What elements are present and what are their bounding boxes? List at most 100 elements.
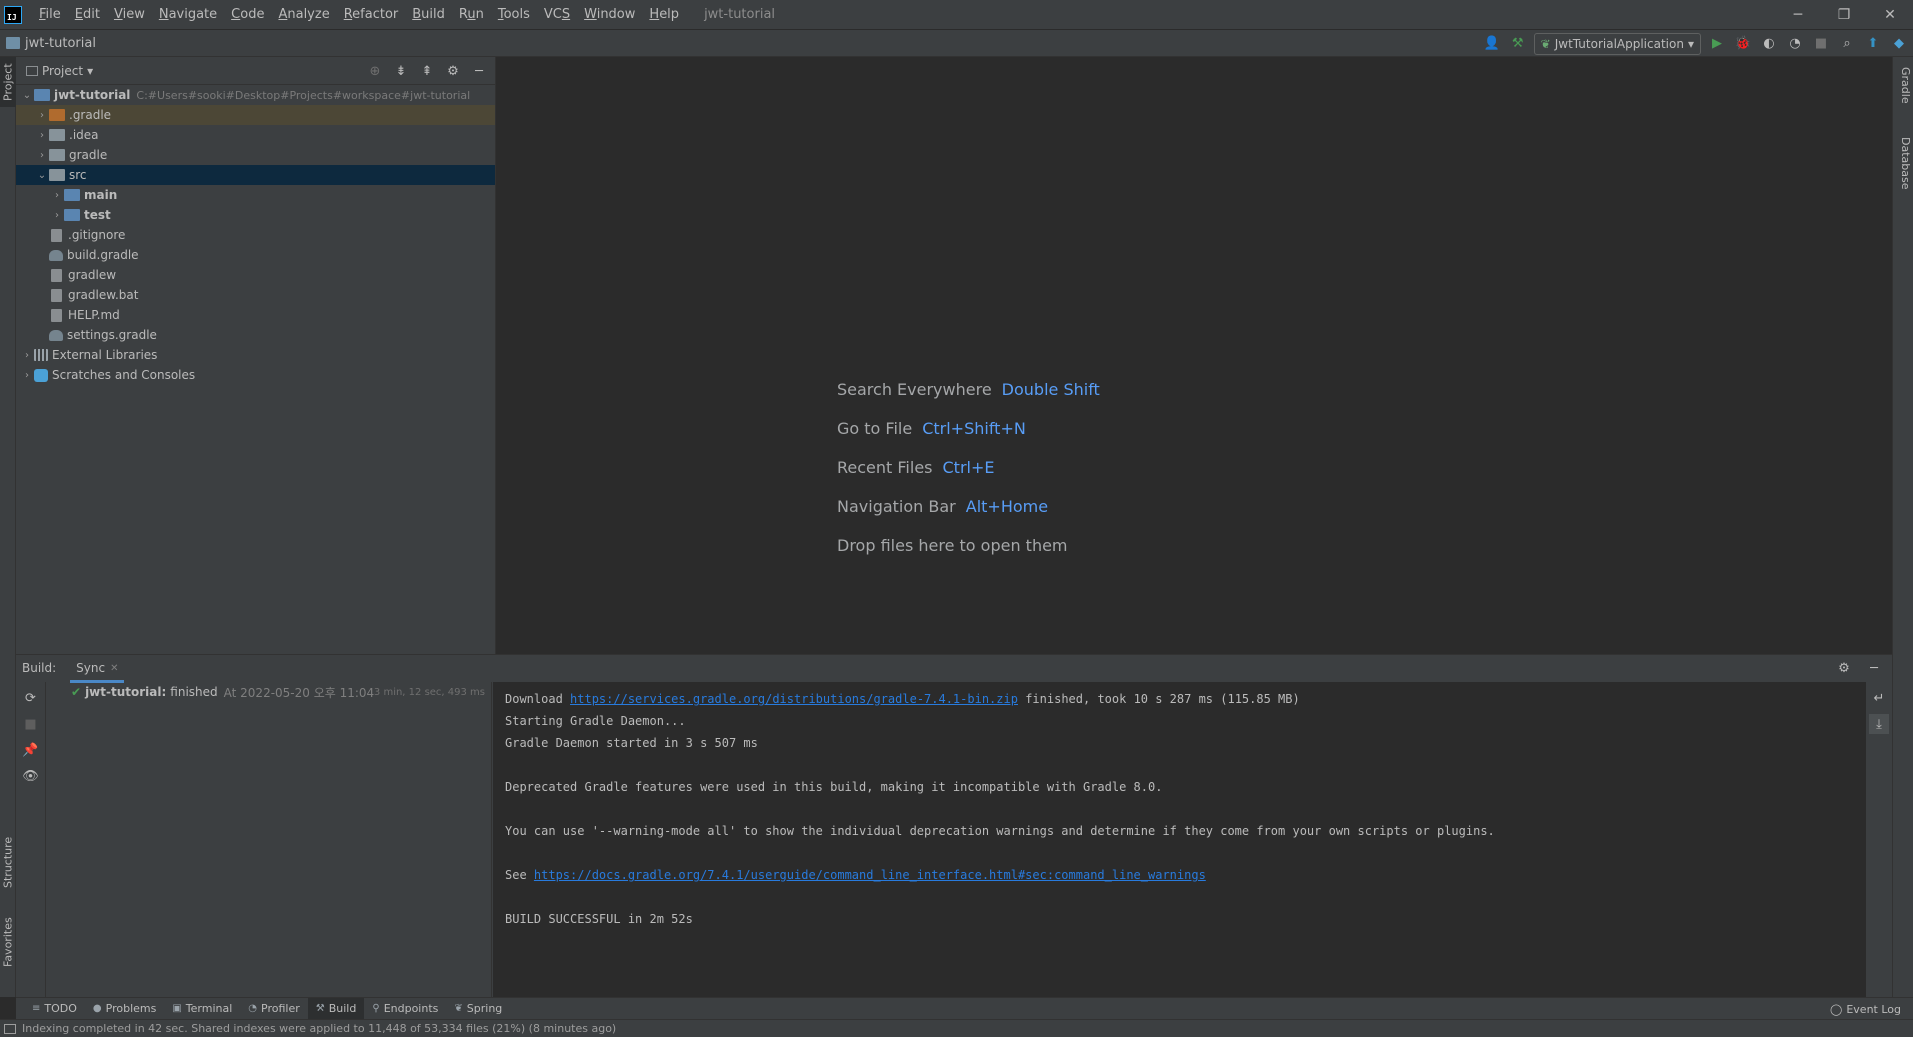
chevron-right-icon[interactable]: › — [20, 350, 34, 361]
tool-tab-spring[interactable]: ❦ Spring — [446, 998, 510, 1020]
user-icon[interactable]: 👤 — [1482, 34, 1502, 54]
menu-edit[interactable]: Edit — [68, 0, 107, 29]
breadcrumb[interactable]: jwt-tutorial — [6, 36, 96, 51]
tree-item-gradle[interactable]: › .gradle — [16, 105, 495, 125]
minimize-button[interactable]: ─ — [1775, 0, 1821, 29]
tree-item-src[interactable]: ⌄ src — [16, 165, 495, 185]
menu-mnemonic: N — [158, 7, 169, 22]
structure-tool-tab[interactable]: Structure — [0, 827, 16, 897]
chevron-right-icon[interactable]: › — [50, 190, 64, 201]
search-icon[interactable]: ⌕ — [1837, 34, 1857, 54]
close-button[interactable]: ✕ — [1867, 0, 1913, 29]
tree-item-main[interactable]: › main — [16, 185, 495, 205]
chevron-down-icon[interactable]: ⌄ — [35, 170, 49, 181]
hide-icon[interactable]: ─ — [469, 61, 489, 81]
intellij-logo-icon[interactable]: IJ — [4, 5, 22, 24]
menu-mnemonic: H — [649, 7, 660, 22]
tree-item-scratches-and-consoles[interactable]: › Scratches and Consoles — [16, 365, 495, 385]
build-project: jwt-tutorial: — [85, 685, 167, 699]
run-configuration-select[interactable]: ❦ JwtTutorialApplication ▾ — [1533, 32, 1701, 55]
breadcrumb-project[interactable]: jwt-tutorial — [25, 36, 96, 51]
tree-item-gradlew-bat[interactable]: gradlew.bat — [16, 285, 495, 305]
tool-tab-label: Endpoints — [383, 1002, 439, 1015]
project-view-select[interactable]: Project ▾ — [26, 64, 93, 78]
debug-icon[interactable]: 🐞 — [1733, 34, 1753, 54]
tool-tab-terminal[interactable]: ▣ Terminal — [164, 998, 240, 1020]
coverage-icon[interactable]: ◐ — [1759, 34, 1779, 54]
console-link[interactable]: https://docs.gradle.org/7.4.1/userguide/… — [534, 868, 1206, 882]
tree-item-settings-gradle[interactable]: settings.gradle — [16, 325, 495, 345]
editor-area[interactable] — [497, 57, 1892, 654]
hide-icon[interactable]: ─ — [1864, 658, 1884, 678]
menu-analyze[interactable]: Analyze — [271, 0, 336, 29]
tree-item-help-md[interactable]: HELP.md — [16, 305, 495, 325]
chevron-right-icon[interactable]: › — [35, 110, 49, 121]
tree-item-gradle[interactable]: › gradle — [16, 145, 495, 165]
soft-wrap-icon[interactable]: ↵ — [1869, 688, 1889, 708]
chevron-down-icon[interactable]: ⌄ — [20, 90, 34, 101]
scroll-to-end-icon[interactable]: ⤓ — [1869, 714, 1889, 734]
menu-text: elp — [659, 7, 680, 22]
tab-sync-label: Sync — [76, 661, 106, 675]
menu-navigate[interactable]: Navigate — [152, 0, 224, 29]
chevron-right-icon[interactable]: › — [35, 130, 49, 141]
build-hammer-icon[interactable]: ⚒ — [1508, 34, 1528, 54]
gear-icon[interactable]: ⚙ — [1834, 658, 1854, 678]
project-tool-tab[interactable]: Project — [0, 57, 16, 107]
spring-icon: ❦ — [454, 1003, 463, 1014]
pin-icon[interactable]: 📌 — [21, 740, 41, 760]
restore-button[interactable]: ❐ — [1821, 0, 1867, 29]
menu-run[interactable]: Run — [452, 0, 491, 29]
tree-item-gradlew[interactable]: gradlew — [16, 265, 495, 285]
build-console-output[interactable]: Download https://services.gradle.org/dis… — [493, 682, 1866, 998]
refresh-icon[interactable]: ⟳ — [21, 688, 41, 708]
expand-all-icon[interactable]: ⇟ — [391, 61, 411, 81]
tree-item-test[interactable]: › test — [16, 205, 495, 225]
menu-code[interactable]: Code — [224, 0, 271, 29]
chevron-right-icon[interactable]: › — [50, 210, 64, 221]
update-icon[interactable]: ⬆ — [1863, 34, 1883, 54]
menu-build[interactable]: Build — [405, 0, 452, 29]
menu-mnemonic: C — [231, 7, 241, 22]
menu-tools[interactable]: Tools — [491, 0, 537, 29]
menu-view[interactable]: View — [107, 0, 152, 29]
tool-tab-problems[interactable]: ● Problems — [85, 998, 164, 1020]
tool-tab-profiler[interactable]: ◔ Profiler — [240, 998, 307, 1020]
chevron-right-icon[interactable]: › — [20, 370, 34, 381]
profile-icon[interactable]: ◔ — [1785, 34, 1805, 54]
gradle-tool-tab[interactable]: Gradle — [1896, 67, 1912, 104]
menu-help[interactable]: Help — [642, 0, 686, 29]
tree-item-idea[interactable]: › .idea — [16, 125, 495, 145]
plugin-icon[interactable]: ◆ — [1889, 34, 1909, 54]
chevron-down-icon: ▾ — [87, 63, 94, 78]
build-result-row[interactable]: ✔ jwt-tutorial: finished At 2022-05-20 오… — [47, 682, 491, 702]
event-log-button[interactable]: ◯ Event Log — [1830, 998, 1901, 1020]
favorites-tool-tab[interactable]: Favorites — [0, 907, 16, 977]
menu-vcs[interactable]: VCS — [537, 0, 577, 29]
close-icon[interactable]: ✕ — [110, 663, 118, 674]
tool-tab-build[interactable]: ⚒ Build — [307, 997, 365, 1020]
menu-refactor[interactable]: Refactor — [337, 0, 406, 29]
tree-item-label: test — [84, 208, 111, 222]
tool-tab-todo[interactable]: ≡ TODO — [24, 998, 85, 1020]
check-icon: ✔ — [71, 685, 82, 699]
database-tool-tab[interactable]: Database — [1896, 137, 1912, 190]
gear-icon[interactable]: ⚙ — [443, 61, 463, 81]
menu-window[interactable]: Window — [577, 0, 642, 29]
eye-icon[interactable]: 👁 — [21, 766, 41, 786]
run-icon[interactable]: ▶ — [1707, 34, 1727, 54]
stop-icon[interactable]: ■ — [21, 714, 41, 734]
tab-sync[interactable]: Sync ✕ — [70, 657, 125, 683]
console-link[interactable]: https://services.gradle.org/distribution… — [570, 692, 1018, 706]
locate-icon[interactable]: ⊕ — [365, 61, 385, 81]
menu-file[interactable]: File — [32, 0, 68, 29]
stop-icon[interactable]: ■ — [1811, 34, 1831, 54]
tool-tab-endpoints[interactable]: ⚲ Endpoints — [364, 998, 446, 1020]
layout-toggle-icon[interactable] — [4, 1023, 16, 1034]
tree-item-build-gradle[interactable]: build.gradle — [16, 245, 495, 265]
chevron-right-icon[interactable]: › — [35, 150, 49, 161]
tree-item-jwt-tutorial[interactable]: ⌄ jwt-tutorial C:#Users#sooki#Desktop#Proj… — [16, 85, 495, 105]
tree-item-gitignore[interactable]: .gitignore — [16, 225, 495, 245]
collapse-all-icon[interactable]: ⇞ — [417, 61, 437, 81]
tree-item-external-libraries[interactable]: › External Libraries — [16, 345, 495, 365]
